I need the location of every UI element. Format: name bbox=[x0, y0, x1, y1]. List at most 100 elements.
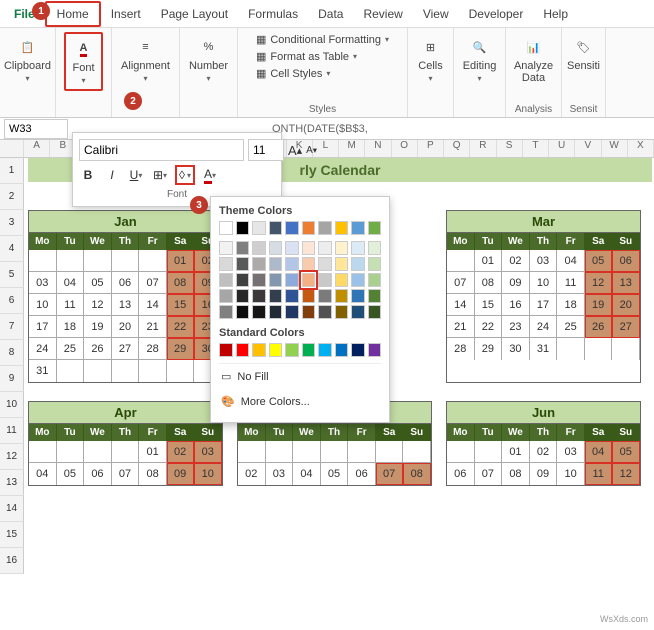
color-swatch[interactable] bbox=[236, 241, 250, 255]
tab-home[interactable]: Home bbox=[45, 1, 101, 27]
font-size-combo[interactable] bbox=[248, 139, 284, 161]
color-swatch[interactable] bbox=[219, 221, 233, 235]
tab-pagelayout[interactable]: Page Layout bbox=[151, 3, 238, 25]
calendar-cell[interactable] bbox=[238, 441, 266, 463]
calendar-cell[interactable]: 10 bbox=[557, 463, 585, 485]
color-swatch[interactable] bbox=[318, 273, 332, 287]
calendar-cell[interactable] bbox=[557, 338, 585, 360]
color-swatch[interactable] bbox=[318, 305, 332, 319]
tab-review[interactable]: Review bbox=[353, 3, 412, 25]
row-header[interactable]: 14 bbox=[0, 496, 24, 522]
row-header[interactable]: 15 bbox=[0, 522, 24, 548]
calendar-cell[interactable]: 06 bbox=[112, 272, 140, 294]
color-swatch[interactable] bbox=[335, 221, 349, 235]
color-swatch[interactable] bbox=[368, 257, 382, 271]
col-header[interactable]: U bbox=[549, 140, 575, 157]
color-swatch[interactable] bbox=[302, 289, 316, 303]
col-header[interactable]: T bbox=[523, 140, 549, 157]
calendar-cell[interactable]: 15 bbox=[475, 294, 503, 316]
color-swatch[interactable] bbox=[236, 221, 250, 235]
color-swatch[interactable] bbox=[252, 221, 266, 235]
col-header[interactable]: A bbox=[24, 140, 50, 157]
color-swatch[interactable] bbox=[318, 257, 332, 271]
color-swatch[interactable] bbox=[335, 241, 349, 255]
color-swatch[interactable] bbox=[351, 241, 365, 255]
calendar-cell[interactable]: 07 bbox=[139, 272, 167, 294]
color-swatch[interactable] bbox=[351, 257, 365, 271]
calendar-cell[interactable]: 02 bbox=[502, 250, 530, 272]
calendar-cell[interactable]: 06 bbox=[84, 463, 112, 485]
calendar-cell[interactable]: 25 bbox=[57, 338, 85, 360]
color-swatch[interactable] bbox=[302, 343, 316, 357]
calendar-cell[interactable]: 29 bbox=[167, 338, 195, 360]
color-swatch[interactable] bbox=[252, 273, 266, 287]
calendar-cell[interactable]: 20 bbox=[112, 316, 140, 338]
calendar-cell[interactable]: 06 bbox=[612, 250, 640, 272]
calendar-cell[interactable]: 02 bbox=[238, 463, 266, 485]
calendar-cell[interactable]: 10 bbox=[530, 272, 558, 294]
calendar-cell[interactable]: 09 bbox=[530, 463, 558, 485]
col-header[interactable]: O bbox=[392, 140, 418, 157]
calendar-cell[interactable]: 08 bbox=[502, 463, 530, 485]
underline-button[interactable]: U ▾ bbox=[127, 165, 145, 185]
fill-color-button[interactable]: ◊▾ bbox=[175, 165, 195, 185]
color-swatch[interactable] bbox=[351, 289, 365, 303]
conditional-formatting-button[interactable]: ▦Conditional Formatting▾ bbox=[254, 32, 391, 47]
calendar-cell[interactable]: 07 bbox=[447, 272, 475, 294]
col-header[interactable]: P bbox=[418, 140, 444, 157]
calendar-cell[interactable]: 08 bbox=[139, 463, 167, 485]
row-header[interactable]: 6 bbox=[0, 288, 24, 314]
row-header[interactable]: 1 bbox=[0, 158, 24, 184]
col-header[interactable]: X bbox=[628, 140, 654, 157]
color-swatch[interactable] bbox=[219, 257, 233, 271]
row-header[interactable]: 4 bbox=[0, 236, 24, 262]
calendar-cell[interactable]: 13 bbox=[612, 272, 640, 294]
color-swatch[interactable] bbox=[368, 289, 382, 303]
color-swatch[interactable] bbox=[302, 241, 316, 255]
calendar-cell[interactable]: 04 bbox=[585, 441, 613, 463]
color-swatch[interactable] bbox=[285, 305, 299, 319]
color-swatch[interactable] bbox=[351, 305, 365, 319]
calendar-cell[interactable]: 01 bbox=[475, 250, 503, 272]
calendar-cell[interactable]: 16 bbox=[502, 294, 530, 316]
calendar-cell[interactable]: 03 bbox=[266, 463, 294, 485]
calendar-cell[interactable] bbox=[84, 250, 112, 272]
col-header[interactable]: Q bbox=[444, 140, 470, 157]
color-swatch[interactable] bbox=[302, 273, 316, 287]
calendar-cell[interactable]: 12 bbox=[612, 463, 640, 485]
calendar-cell[interactable] bbox=[612, 338, 640, 360]
col-header[interactable]: S bbox=[497, 140, 523, 157]
color-swatch[interactable] bbox=[285, 343, 299, 357]
calendar-cell[interactable]: 03 bbox=[194, 441, 222, 463]
calendar-cell[interactable] bbox=[447, 441, 475, 463]
color-swatch[interactable] bbox=[252, 241, 266, 255]
calendar-cell[interactable]: 03 bbox=[557, 441, 585, 463]
calendar-cell[interactable] bbox=[84, 360, 112, 382]
row-header[interactable]: 16 bbox=[0, 548, 24, 574]
calendar-cell[interactable]: 13 bbox=[112, 294, 140, 316]
color-swatch[interactable] bbox=[368, 273, 382, 287]
borders-button[interactable]: ⊞ ▾ bbox=[151, 165, 169, 185]
color-swatch[interactable] bbox=[335, 305, 349, 319]
calendar-cell[interactable]: 25 bbox=[557, 316, 585, 338]
color-swatch[interactable] bbox=[318, 221, 332, 235]
calendar-cell[interactable]: 31 bbox=[530, 338, 558, 360]
color-swatch[interactable] bbox=[351, 273, 365, 287]
color-swatch[interactable] bbox=[335, 289, 349, 303]
calendar-cell[interactable]: 04 bbox=[29, 463, 57, 485]
cells-button[interactable]: ⊞ Cells ▾ bbox=[412, 32, 448, 87]
color-swatch[interactable] bbox=[318, 343, 332, 357]
calendar-cell[interactable] bbox=[403, 441, 431, 463]
col-header[interactable]: R bbox=[470, 140, 496, 157]
calendar-cell[interactable] bbox=[139, 360, 167, 382]
no-fill-button[interactable]: ▭No Fill bbox=[219, 363, 381, 389]
calendar-cell[interactable]: 09 bbox=[167, 463, 195, 485]
calendar-cell[interactable]: 07 bbox=[475, 463, 503, 485]
calendar-cell[interactable]: 18 bbox=[57, 316, 85, 338]
font-name-combo[interactable] bbox=[79, 139, 244, 161]
color-swatch[interactable] bbox=[368, 221, 382, 235]
calendar-cell[interactable]: 08 bbox=[403, 463, 431, 485]
calendar-cell[interactable] bbox=[29, 250, 57, 272]
calendar-cell[interactable] bbox=[266, 441, 294, 463]
analyze-data-button[interactable]: 📊 Analyze Data bbox=[508, 32, 559, 88]
